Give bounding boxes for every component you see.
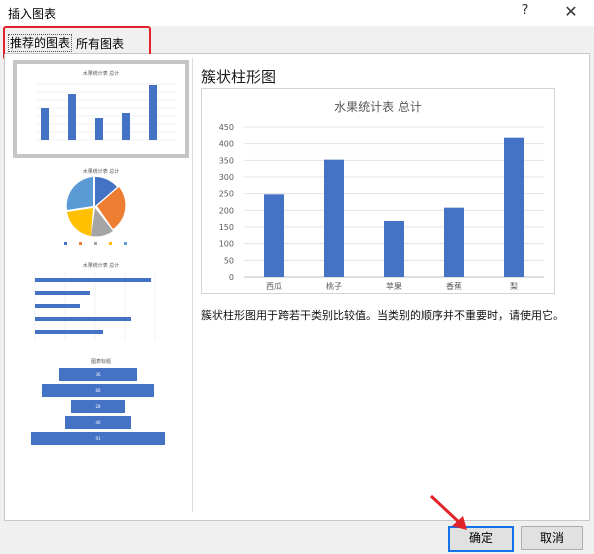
y-tick-label: 300 [219,173,234,182]
mini-chart-title: 水果统计表 总计 [83,262,120,269]
svg-text:36: 36 [95,372,101,377]
y-tick-label: 100 [219,240,234,249]
svg-text:91: 91 [95,436,101,441]
mini-bar [149,85,157,140]
y-tick-label: 450 [219,123,234,132]
mini-bar [35,317,131,321]
preview-bar [264,194,284,277]
y-tick-label: 250 [219,190,234,199]
y-tick-label: 50 [224,256,234,265]
x-tick-label: 梨 [510,281,518,291]
preview-y-axis: 0 50 100 150 200 250 300 350 400 450 [219,123,234,282]
cancel-button[interactable]: 取消 [521,526,583,550]
mini-chart-title: 水果统计表 总计 [83,70,120,77]
x-tick-label: 苹果 [386,281,402,291]
mini-pie-legend [64,242,127,245]
x-tick-label: 香蕉 [446,281,462,291]
thumbnail-funnel[interactable]: 图表标题 36 66 28 40 91 [17,354,185,446]
thumbnail-clustered-column-card: 水果统计表 总计 [17,64,185,154]
mini-pie-slice [67,208,93,236]
mini-pie-slices [66,176,126,237]
mini-chart-title: 图表标题 [91,358,111,365]
svg-text:28: 28 [95,404,101,409]
mini-bar [95,118,103,140]
mini-funnel-labels: 36 66 28 40 91 [95,372,101,441]
thumbnail-clustered-column[interactable]: 水果统计表 总计 [13,60,189,158]
mini-bar [35,278,151,282]
y-tick-label: 150 [219,223,234,232]
chart-description: 簇状柱形图用于跨若干类别比较值。当类别的顺序并不重要时，请使用它。 [201,309,564,322]
preview-bar [324,159,344,277]
x-tick-label: 桃子 [326,281,342,291]
y-tick-label: 400 [219,140,234,149]
mini-bar [35,291,90,295]
y-tick-label: 200 [219,206,234,215]
preview-bar [504,137,524,277]
mini-column-chart: 水果统计表 总计 [37,70,177,141]
mini-bar [35,330,103,334]
svg-text:40: 40 [95,420,101,425]
mini-bar [122,113,130,140]
thumbnail-clustered-bar[interactable]: 水果统计表 总计 [17,258,185,350]
preview-x-axis: 西瓜 桃子 苹果 香蕉 梨 [266,281,518,291]
dialog-title: 插入图表 [8,7,57,21]
preview-bar [384,221,404,277]
mini-bars [35,278,151,334]
preview-chart-title: 水果统计表 总计 [334,100,422,114]
x-tick-label: 西瓜 [266,282,282,291]
mini-bar [35,304,80,308]
y-tick-label: 0 [229,273,234,282]
mini-chart-title: 水果统计表 总计 [83,168,120,175]
svg-text:66: 66 [95,388,101,393]
mini-bar-chart: 水果统计表 总计 [34,262,156,340]
preview-bars [264,137,524,277]
mini-funnel-chart: 图表标题 36 66 28 40 91 [31,358,165,445]
annotation-arrow [429,494,467,530]
mini-pie-chart: 水果统计表 总计 [64,168,127,245]
preview-column-chart: 水果统计表 总计 0 50 100 150 200 250 300 350 400 450 西瓜 桃… [219,100,544,291]
y-tick-label: 350 [219,156,234,165]
preview-bar [444,207,464,277]
mini-pie-slice [66,177,93,210]
chart-type-name: 簇状柱形图 [201,68,277,86]
mini-bar [41,108,49,140]
chart-preview: 水果统计表 总计 0 50 100 150 200 250 300 350 400 450 西瓜 桃… [201,88,555,294]
mini-bar [68,94,76,140]
thumbnail-pie[interactable]: 水果统计表 总计 [17,162,185,252]
dialog-titlebar: 插入图表 ? ✕ [0,0,594,26]
close-button[interactable]: ✕ [562,2,580,21]
help-button[interactable]: ? [518,3,532,18]
